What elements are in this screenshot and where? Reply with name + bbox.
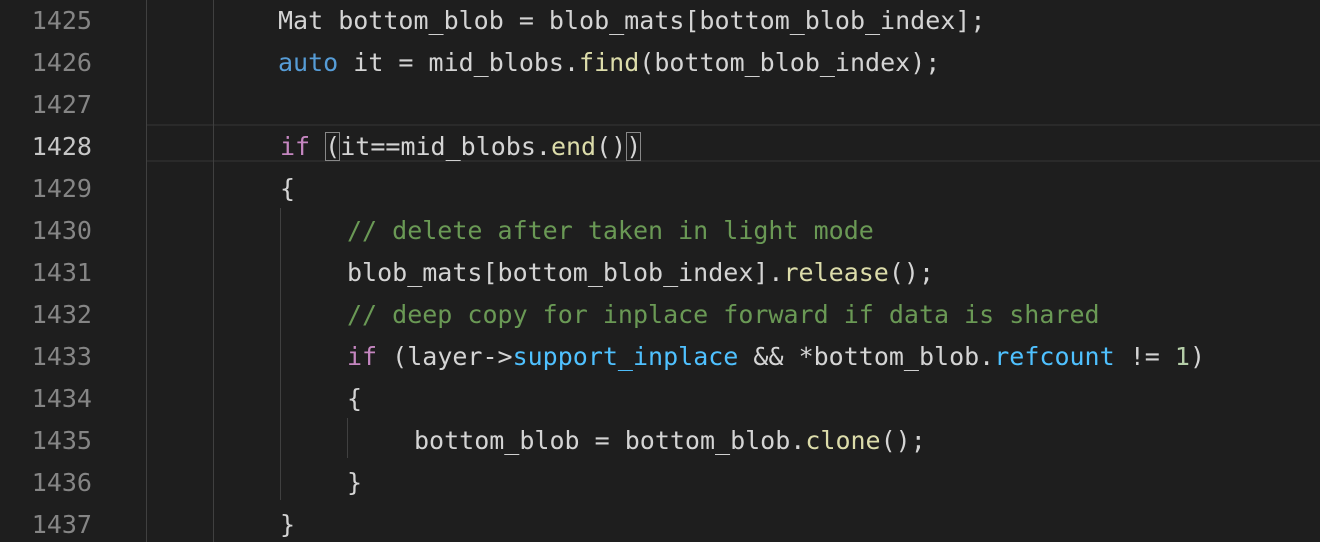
code-line[interactable]: if (it==mid_blobs.end()) bbox=[280, 126, 642, 168]
matched-bracket: ( bbox=[325, 132, 341, 161]
keyword-token: if bbox=[280, 132, 311, 161]
indent-guide bbox=[146, 0, 147, 542]
code-line[interactable]: } bbox=[280, 504, 295, 542]
text-token: it = mid_blobs. bbox=[338, 48, 580, 77]
text-token: { bbox=[347, 384, 363, 413]
line-number: 1436 bbox=[31, 468, 92, 497]
code-line[interactable]: blob_mats[bottom_blob_index].release(); bbox=[347, 252, 934, 294]
indent-guide bbox=[280, 208, 281, 500]
function-token: clone bbox=[805, 426, 881, 455]
comment-token: // delete after taken in light mode bbox=[347, 216, 874, 245]
line-number: 1431 bbox=[31, 258, 92, 287]
line-number: 1430 bbox=[31, 216, 92, 245]
text-token: (bottom_blob_index); bbox=[639, 48, 941, 77]
text-token: (layer-> bbox=[377, 342, 513, 371]
code-line[interactable]: bottom_blob = bottom_blob.clone(); bbox=[414, 420, 926, 462]
code-line[interactable]: if (layer->support_inplace && *bottom_bl… bbox=[347, 336, 1205, 378]
property-token: support_inplace bbox=[512, 342, 739, 371]
text-token: ) bbox=[1189, 342, 1205, 371]
code-line[interactable]: { bbox=[347, 378, 362, 420]
text-token: && *bottom_blob. bbox=[738, 342, 995, 371]
property-token: refcount bbox=[994, 342, 1115, 371]
text-token: bottom_blob = bottom_blob. bbox=[414, 426, 806, 455]
number-token: 1 bbox=[1174, 342, 1190, 371]
text-token: (); bbox=[888, 258, 935, 287]
type-token: auto bbox=[278, 48, 339, 77]
code-area[interactable]: Mat bottom_blob = blob_mats[bottom_blob_… bbox=[146, 0, 1320, 542]
function-token: end bbox=[550, 132, 597, 161]
text-token: { bbox=[280, 174, 296, 203]
code-line[interactable]: auto it = mid_blobs.find(bottom_blob_ind… bbox=[278, 42, 940, 84]
line-number: 1429 bbox=[31, 174, 92, 203]
active-line-number: 1428 bbox=[31, 132, 92, 161]
text-token: (); bbox=[880, 426, 926, 455]
code-editor[interactable]: 1425 1426 1427 1428 1429 1430 1431 1432 … bbox=[0, 0, 1320, 542]
line-number: 1435 bbox=[31, 426, 92, 455]
keyword-token: if bbox=[347, 342, 378, 371]
text-token: () bbox=[596, 132, 627, 161]
matched-bracket: ) bbox=[626, 132, 642, 161]
code-line[interactable]: } bbox=[347, 462, 362, 504]
text-token: != bbox=[1114, 342, 1175, 371]
code-line[interactable]: Mat bottom_blob = blob_mats[bottom_blob_… bbox=[278, 0, 985, 42]
code-line[interactable]: { bbox=[280, 168, 295, 210]
line-number: 1425 bbox=[31, 6, 92, 35]
text-token: Mat bottom_blob = blob_mats[bottom_blob_… bbox=[278, 6, 986, 35]
text-token: it==mid_blobs. bbox=[340, 132, 551, 161]
function-token: find bbox=[579, 48, 640, 77]
line-number: 1434 bbox=[31, 384, 92, 413]
text-token: } bbox=[280, 510, 296, 539]
text-token: blob_mats[bottom_blob_index]. bbox=[347, 258, 784, 287]
text-token: } bbox=[347, 468, 363, 497]
line-number: 1432 bbox=[31, 300, 92, 329]
code-line[interactable]: // deep copy for inplace forward if data… bbox=[347, 294, 1100, 336]
code-line[interactable]: // delete after taken in light mode bbox=[347, 210, 874, 252]
line-number: 1427 bbox=[31, 90, 92, 119]
line-number: 1437 bbox=[31, 510, 92, 539]
line-number-gutter[interactable]: 1425 1426 1427 1428 1429 1430 1431 1432 … bbox=[0, 0, 146, 542]
function-token: release bbox=[783, 258, 889, 287]
line-number: 1426 bbox=[31, 48, 92, 77]
line-number: 1433 bbox=[31, 342, 92, 371]
indent-guide bbox=[347, 418, 348, 458]
comment-token: // deep copy for inplace forward if data… bbox=[347, 300, 1100, 329]
indent-guide bbox=[213, 0, 214, 542]
